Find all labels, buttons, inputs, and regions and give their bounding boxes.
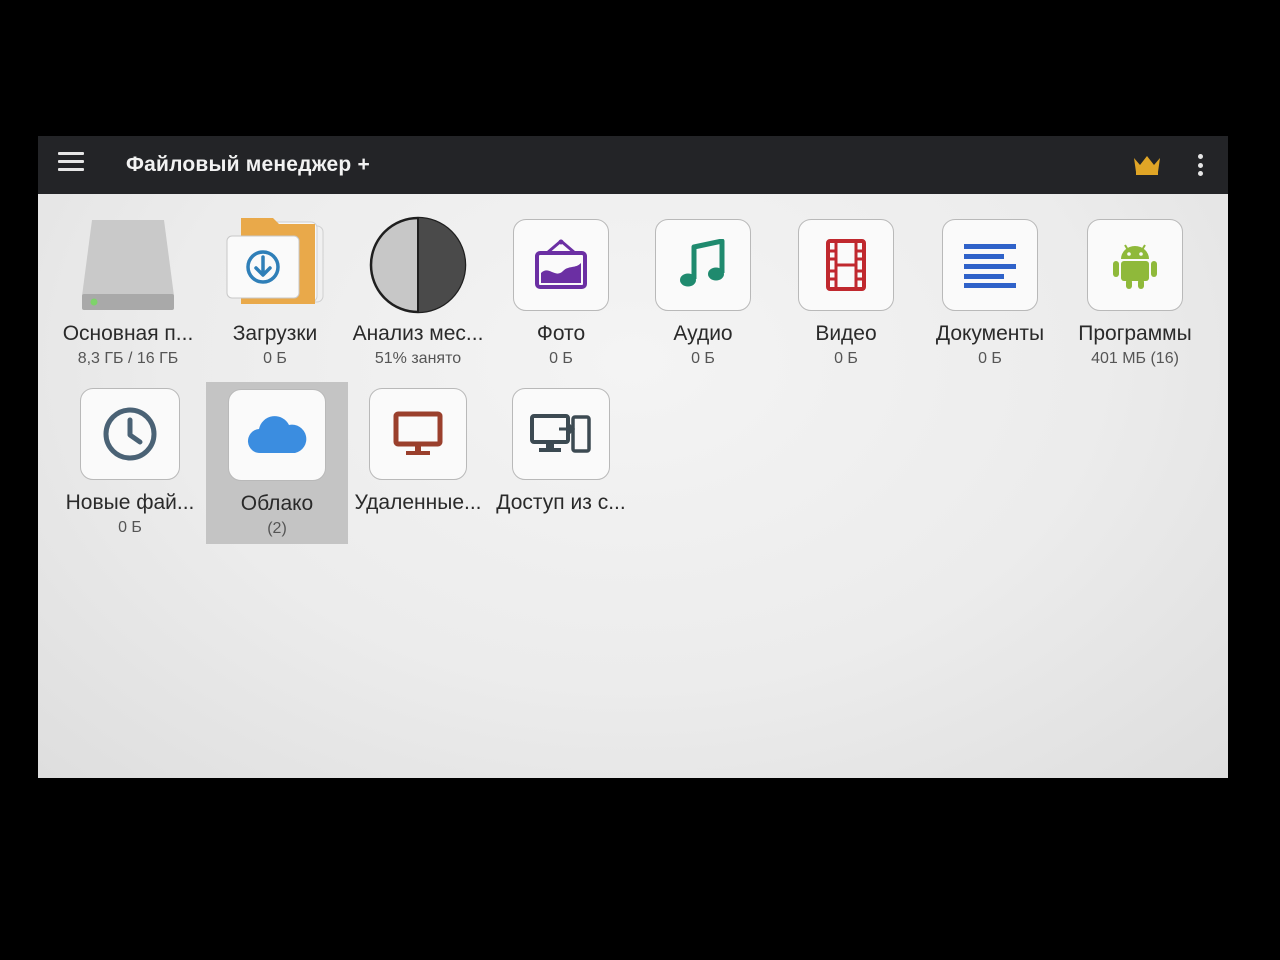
tile-label: Облако (240, 492, 314, 515)
monitor-icon (393, 411, 443, 455)
tile-documents[interactable]: Документы 0 Б (919, 216, 1061, 378)
tile-subtitle: 8,3 ГБ / 16 ГБ (77, 350, 179, 367)
app-bar: Файловый менеджер + (38, 136, 1228, 194)
tile-storage-analysis[interactable]: Анализ мес... 51% занято (347, 216, 489, 378)
tile-label: Удаленные... (354, 491, 482, 514)
tile-subtitle: 0 Б (118, 519, 142, 536)
tile-label: Загрузки (232, 322, 318, 345)
tile-label: Доступ из с... (496, 491, 626, 514)
hard-drive-icon (82, 220, 174, 310)
tile-video[interactable]: Видео 0 Б (775, 216, 917, 378)
tile-label: Новые фай... (65, 491, 195, 514)
tile-subtitle: 0 Б (978, 350, 1002, 367)
tile-network-access[interactable]: Доступ из с... (490, 385, 632, 547)
tile-label: Фото (536, 322, 586, 345)
app-title: Файловый менеджер + (126, 153, 370, 176)
tile-subtitle: 0 Б (691, 350, 715, 367)
android-icon (1113, 244, 1157, 289)
tile-label: Документы (935, 322, 1045, 345)
tile-label: Программы (1078, 322, 1192, 345)
menu-icon[interactable] (58, 152, 84, 174)
tile-label: Аудио (673, 322, 733, 345)
tile-downloads[interactable]: Загрузки 0 Б (204, 216, 346, 378)
photo-icon (535, 239, 587, 289)
tile-label: Анализ мес... (352, 322, 484, 345)
crown-icon[interactable] (1132, 154, 1162, 176)
more-vert-icon[interactable] (1194, 153, 1206, 177)
tile-subtitle: 0 Б (549, 350, 573, 367)
tile-remote[interactable]: Удаленные... (347, 385, 489, 547)
tile-recent-files[interactable]: Новые фай... 0 Б (59, 385, 201, 547)
tile-cloud[interactable]: Облако (2) (206, 382, 348, 544)
app-screen: Файловый менеджер + Основная п... 8,3 ГБ… (38, 136, 1228, 778)
document-lines-icon (964, 244, 1016, 288)
tile-photo[interactable]: Фото 0 Б (490, 216, 632, 378)
tile-programs[interactable]: Программы 401 МБ (16) (1064, 216, 1206, 378)
tile-label: Видео (815, 322, 877, 345)
devices-transfer-icon (530, 414, 591, 453)
tile-subtitle: (2) (267, 520, 287, 537)
tile-subtitle: 401 МБ (16) (1091, 350, 1179, 367)
tile-main-storage[interactable]: Основная п... 8,3 ГБ / 16 ГБ (57, 216, 199, 378)
pie-chart-icon (369, 216, 467, 314)
download-folder-icon (226, 218, 324, 304)
cloud-icon (247, 416, 307, 454)
tile-subtitle: 51% занято (374, 350, 462, 367)
film-icon (826, 239, 866, 291)
tile-subtitle: 0 Б (834, 350, 858, 367)
clock-icon (103, 407, 157, 461)
tile-subtitle: 0 Б (263, 350, 287, 367)
music-note-icon (680, 239, 725, 287)
tile-label: Основная п... (62, 322, 194, 345)
tile-audio[interactable]: Аудио 0 Б (632, 216, 774, 378)
